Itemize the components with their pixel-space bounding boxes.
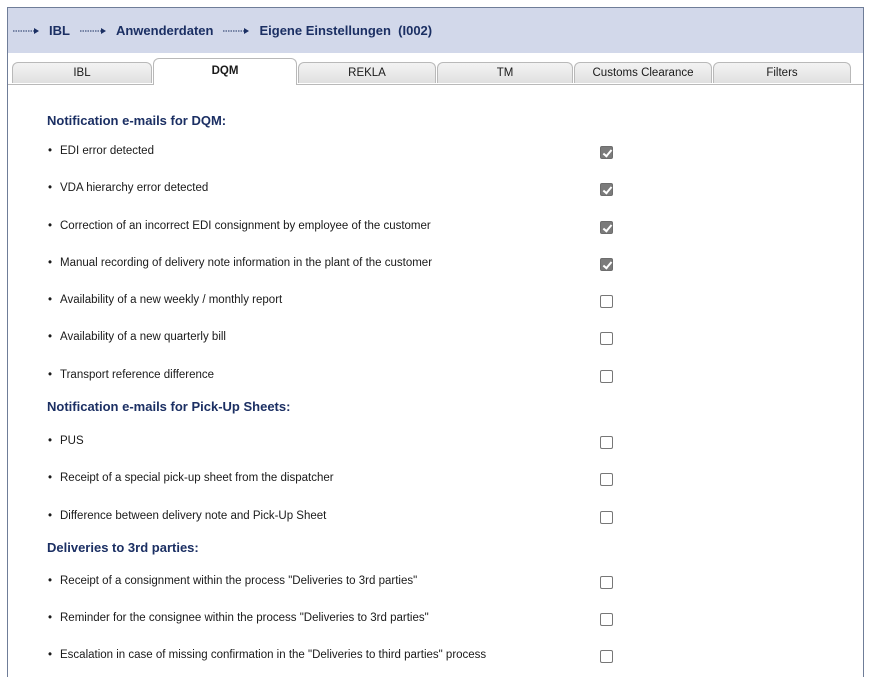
setting-label: • Availability of a new weekly / monthly … (48, 294, 283, 306)
tab-filters[interactable]: Filters (713, 62, 851, 83)
setting-label: • Receipt of a special pick-up sheet from… (48, 472, 334, 484)
setting-label: • Correction of an incorrect EDI consignm… (48, 220, 431, 232)
setting-label: • PUS (48, 435, 84, 447)
section-title-pick-up-sheets: Notification e-mails for Pick-Up Sheets: (47, 399, 291, 414)
breadcrumb-item-ibl[interactable]: IBL (49, 23, 70, 38)
setting-checkbox[interactable] (600, 613, 613, 626)
setting-label: • EDI error detected (48, 145, 154, 157)
setting-label: • Transport reference difference (48, 369, 215, 381)
breadcrumb-arrow-icon (223, 27, 251, 35)
setting-checkbox[interactable] (600, 650, 613, 663)
tab-bar: IBL DQM REKLA TM Customs Clearance Filte… (8, 58, 863, 85)
breadcrumb-item-anwenderdaten[interactable]: Anwenderdaten (116, 23, 214, 38)
setting-checkbox[interactable] (600, 221, 613, 234)
setting-checkbox[interactable] (600, 146, 613, 159)
setting-label: • Reminder for the consignee within the p… (48, 612, 429, 624)
section-title-dqm: Notification e-mails for DQM: (47, 113, 227, 128)
setting-checkbox[interactable] (600, 370, 613, 383)
breadcrumb-arrow-icon (13, 27, 41, 35)
breadcrumb-arrow-icon (79, 27, 108, 35)
setting-label: • Difference between delivery note and Pi… (48, 510, 327, 522)
section-title-3rd-parties: Deliveries to 3rd parties: (47, 540, 199, 555)
setting-label: • VDA hierarchy error detected (48, 182, 209, 194)
setting-label: • Availability of a new quarterly bill (48, 331, 226, 343)
setting-checkbox[interactable] (600, 511, 613, 524)
setting-label: • Escalation in case of missing confirmat… (48, 649, 487, 661)
settings-panel: Notification e-mails for DQM: • EDI error… (8, 84, 863, 677)
setting-checkbox[interactable] (600, 258, 613, 271)
setting-checkbox[interactable] (600, 436, 613, 449)
setting-checkbox[interactable] (600, 473, 613, 486)
tab-ibl[interactable]: IBL (12, 62, 152, 83)
setting-checkbox[interactable] (600, 332, 613, 345)
breadcrumb: IBL Anwenderdaten Eigene Einstellungen (… (8, 8, 863, 53)
setting-label: • Manual recording of delivery note infor… (48, 257, 433, 269)
tab-rekla[interactable]: REKLA (298, 62, 436, 83)
tab-dqm[interactable]: DQM (153, 58, 297, 85)
setting-label: • Receipt of a consignment within the pro… (48, 575, 418, 587)
setting-checkbox[interactable] (600, 183, 613, 196)
tab-tm[interactable]: TM (437, 62, 573, 83)
tab-customs-clearance[interactable]: Customs Clearance (574, 62, 712, 83)
setting-checkbox[interactable] (600, 295, 613, 308)
breadcrumb-item-current: Eigene Einstellungen (I002) (259, 23, 433, 38)
settings-window: IBL Anwenderdaten Eigene Einstellungen (… (7, 7, 864, 677)
setting-checkbox[interactable] (600, 576, 613, 589)
